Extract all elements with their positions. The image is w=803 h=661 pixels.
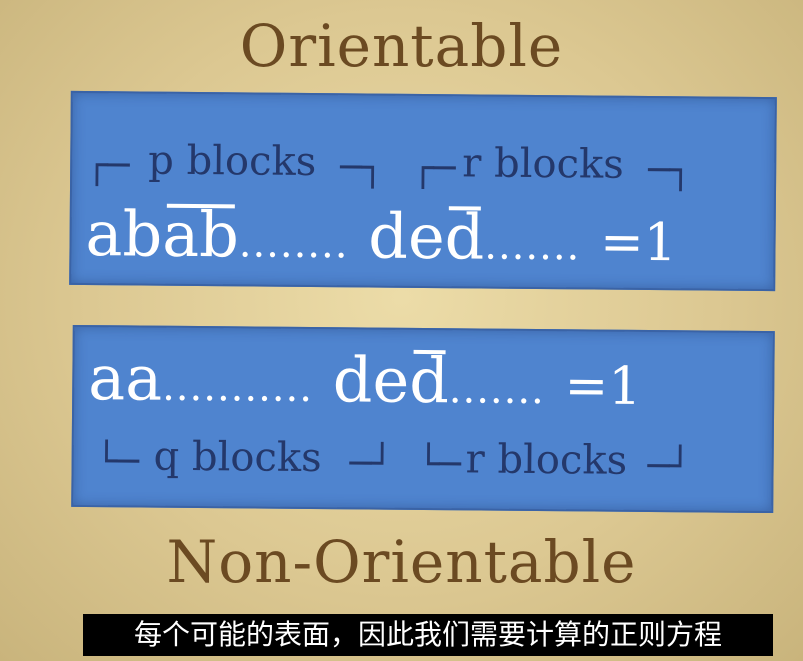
dots-2: ....... — [448, 366, 546, 414]
bracket-left-q: └─ — [95, 441, 140, 483]
non-orientable-title: Non-Orientable — [166, 528, 637, 596]
word-ab: ab — [85, 197, 163, 271]
dots-1: ........ — [238, 220, 349, 268]
bracket-right-p: ─┐ — [340, 147, 384, 189]
subtitle-caption: 每个可能的表面，因此我们需要计算的正则方程 — [83, 614, 773, 656]
p-blocks-label: p blocks — [148, 137, 317, 186]
q-blocks-label: q blocks — [153, 433, 322, 482]
bracket-right-r: ─┐ — [648, 149, 692, 192]
word-de: de — [368, 199, 446, 274]
dots-1: ........... — [162, 363, 314, 412]
non-orientable-equation: aa........... ded....... =1 — [88, 341, 642, 419]
word-ab-inverse: ab — [161, 197, 240, 272]
r-blocks-label: r blocks — [465, 436, 628, 484]
word-de: de — [332, 343, 410, 417]
dots-2: ....... — [484, 222, 581, 270]
r-blocks-label: r blocks — [462, 140, 624, 188]
orientable-panel: ┌─ p blocks ─┐ ┌─ r blocks ─┐ abab......… — [69, 90, 777, 292]
word-d-inverse: d — [444, 200, 485, 274]
equals-one: =1 — [599, 212, 678, 274]
non-orientable-panel: aa........... ded....... =1 └─ q blocks … — [71, 324, 775, 514]
bracket-left-p: ┌─ — [86, 145, 130, 187]
orientable-equation: abab........ ded....... =1 — [85, 197, 677, 275]
bracket-right-q: ─┘ — [349, 443, 394, 485]
bracket-left-r: ┌─ — [412, 147, 456, 190]
orientable-title: Orientable — [239, 12, 564, 80]
equals-one: =1 — [564, 356, 642, 417]
word-aa: aa — [88, 341, 163, 415]
bracket-left-r: └─ — [417, 443, 462, 486]
bracket-right-r: ─┘ — [647, 445, 692, 488]
word-d-inverse: d — [408, 343, 450, 418]
